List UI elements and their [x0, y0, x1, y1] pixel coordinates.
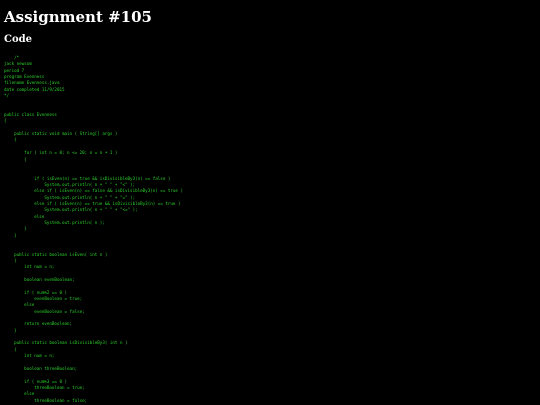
code-section-heading: Code — [4, 34, 32, 45]
code-line: else if ( isEven(n) == false && isDivisi… — [4, 188, 183, 194]
assignment-page: Assignment #105 Code /* jack newsom period… — [0, 0, 540, 405]
page-title: Assignment #105 — [4, 8, 152, 26]
code-line: if ( isEven(n) == true && isDivisibleBy3… — [4, 175, 171, 181]
code-block: /* jack newsom period 7 program Evenness fil… — [4, 55, 183, 405]
